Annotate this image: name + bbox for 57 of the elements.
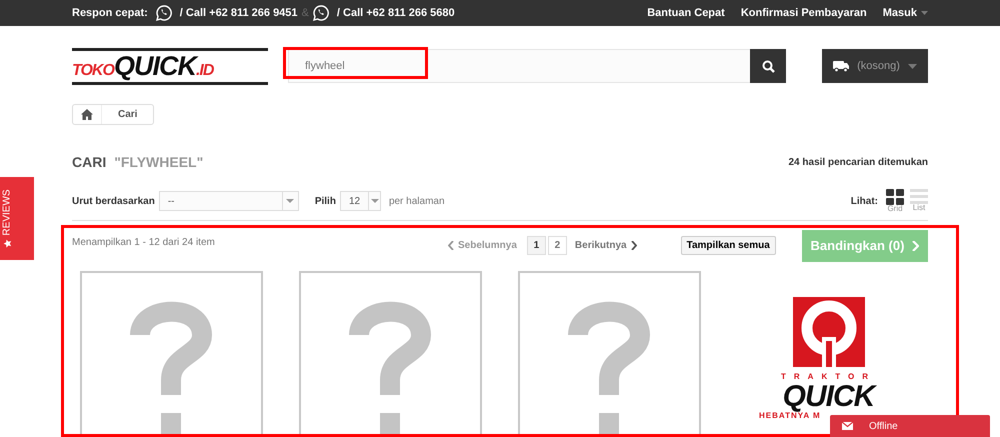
- separator-text: &: [302, 6, 309, 21]
- view-option[interactable]: List: [910, 189, 928, 213]
- page-button[interactable]: 2: [548, 236, 567, 255]
- reviews-tab[interactable]: REVIEWS: [0, 177, 34, 260]
- top-link[interactable]: Konfirmasi Pembayaran: [740, 4, 867, 22]
- per-page-dropdown[interactable]: 12: [340, 191, 381, 211]
- cart-button[interactable]: (kosong): [822, 49, 928, 83]
- brand-tagline: TRAKTOR: [781, 370, 876, 382]
- brand-slogan: HEBATNYA M: [759, 410, 821, 422]
- chat-widget[interactable]: Offline: [830, 415, 990, 437]
- whatsapp-icon: [156, 5, 172, 21]
- truck-icon: [833, 60, 850, 72]
- phone-number: / Call +62 811 266 9451: [180, 6, 298, 21]
- breadcrumb-item: Cari: [117, 108, 138, 122]
- caret-icon: [908, 64, 917, 68]
- per-page-suffix: per halaman: [388, 194, 445, 208]
- product-image-placeholder[interactable]: [80, 270, 263, 437]
- sort-label: Urut berdasarkan: [72, 194, 155, 208]
- brand-logo-icon: [792, 296, 864, 366]
- home-icon: [81, 109, 93, 120]
- caret-icon: [370, 199, 378, 203]
- question-mark-icon: [130, 301, 212, 434]
- whatsapp-icon: [312, 5, 329, 21]
- grid-icon: [886, 188, 904, 205]
- search-icon: [762, 60, 774, 72]
- chevron-left-icon: [448, 241, 454, 250]
- sort-dropdown[interactable]: --: [158, 191, 299, 211]
- chevron-right-icon: [912, 240, 920, 250]
- logo[interactable]: TOKOQUICK.ID: [72, 48, 268, 84]
- view-label: Lihat:: [850, 194, 878, 208]
- chevron-right-icon: [630, 241, 637, 250]
- phone-number: / Call +62 811 266 5680: [336, 6, 455, 21]
- contact-label: Respon cepat:: [72, 6, 148, 21]
- page-title: CARI: [72, 152, 106, 172]
- brand-name: QUICK: [782, 382, 874, 410]
- question-mark-icon: [348, 301, 430, 434]
- next-link[interactable]: Berikutnya: [574, 238, 637, 253]
- search-query: "FLYWHEEL": [114, 152, 204, 172]
- page-button[interactable]: 1: [526, 236, 546, 255]
- list-icon: [910, 189, 928, 204]
- star-icon: [3, 240, 12, 248]
- search-field[interactable]: flywheel: [288, 49, 750, 83]
- top-link[interactable]: Masuk: [882, 4, 928, 22]
- results-summary: Menampilkan 1 - 12 dari 24 item: [72, 236, 216, 250]
- envelope-icon: [842, 422, 853, 430]
- previous-link[interactable]: Sebelumnya: [448, 238, 517, 253]
- product-image-placeholder[interactable]: [299, 270, 482, 437]
- search-button[interactable]: [750, 49, 786, 83]
- view-option[interactable]: Grid: [886, 188, 904, 214]
- show-all-button[interactable]: Tampilkan semua: [680, 236, 776, 255]
- result-count: 24 hasil pencarian ditemukan: [788, 156, 928, 170]
- question-mark-icon: [568, 301, 650, 434]
- top-link[interactable]: Bantuan Cepat: [647, 4, 725, 22]
- caret-icon: [286, 199, 294, 203]
- product-image-placeholder[interactable]: [518, 270, 701, 437]
- per-page-label: Pilih: [314, 194, 336, 208]
- cart-label: (kosong): [857, 58, 900, 74]
